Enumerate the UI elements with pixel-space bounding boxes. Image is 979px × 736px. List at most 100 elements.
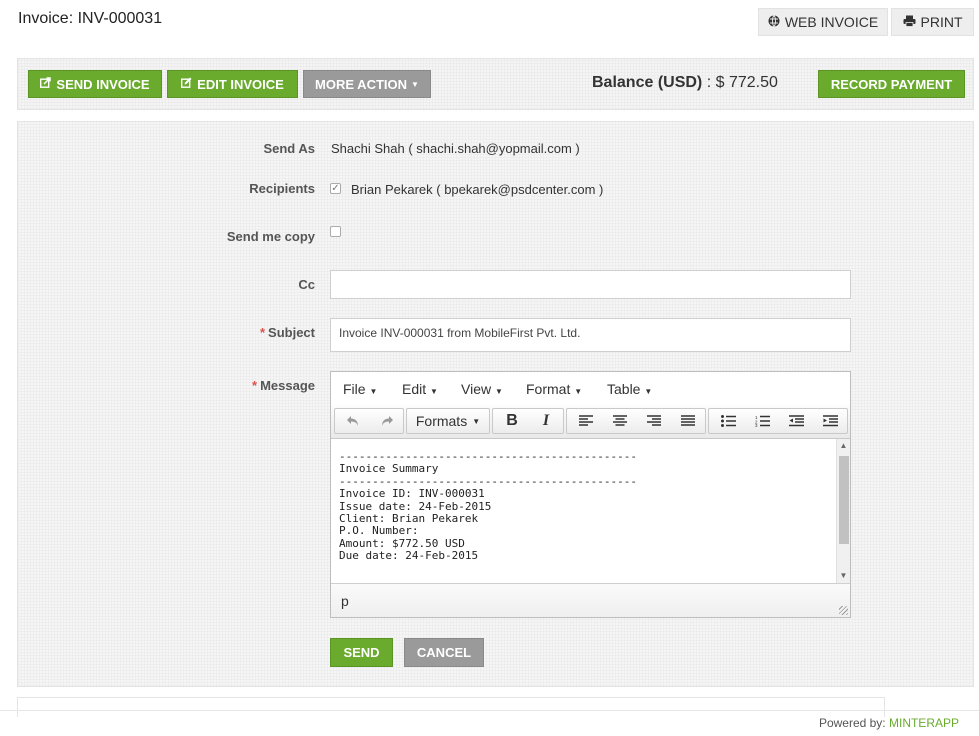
align-justify-icon: [681, 415, 695, 426]
send-invoice-label: SEND INVOICE: [56, 76, 150, 92]
caret-down-icon: ▼: [430, 387, 438, 396]
send-label: SEND: [343, 645, 380, 660]
caret-down-icon: ▼: [494, 387, 503, 396]
send-invoice-button[interactable]: SEND INVOICE: [28, 70, 162, 98]
cc-input[interactable]: [330, 270, 851, 299]
menu-view-label: View: [461, 381, 492, 397]
scroll-down-icon[interactable]: ▼: [837, 569, 850, 583]
indent-icon: [822, 415, 838, 427]
lower-panel: [17, 697, 885, 717]
message-label: * Message: [252, 378, 315, 393]
svg-text:3: 3: [755, 423, 758, 427]
formats-button[interactable]: Formats ▼: [407, 409, 489, 433]
bold-button[interactable]: B: [495, 409, 529, 433]
more-action-label: MORE ACTION: [315, 76, 408, 92]
powered-by: Powered by: MINTERAPP: [819, 716, 959, 730]
print-button[interactable]: PRINT: [891, 8, 974, 36]
menu-table-label: Table: [607, 381, 641, 397]
scroll-thumb[interactable]: [839, 456, 849, 544]
page-title: Invoice: INV-000031: [18, 10, 163, 27]
italic-button[interactable]: I: [529, 409, 563, 433]
align-right-icon: [647, 415, 661, 426]
align-left-button[interactable]: [569, 409, 603, 433]
align-left-icon: [579, 415, 593, 426]
editor-menubar: File ▼ Edit ▼ View ▼ Format ▼ Table ▼: [331, 372, 850, 406]
redo-button[interactable]: [371, 409, 403, 433]
powered-by-label: Powered by:: [818, 716, 886, 730]
send-button[interactable]: SEND: [330, 638, 393, 667]
edit-icon: [181, 77, 192, 91]
send-as-label: Send As: [263, 141, 315, 156]
menu-edit[interactable]: Edit ▼: [402, 381, 438, 397]
redo-icon: [382, 416, 393, 426]
record-payment-button[interactable]: RECORD PAYMENT: [818, 70, 965, 98]
print-label: PRINT: [920, 14, 963, 30]
outdent-icon: [788, 415, 804, 427]
balance-label: Balance (USD): [592, 74, 703, 91]
record-payment-label: RECORD PAYMENT: [830, 76, 953, 92]
share-icon: [40, 77, 52, 91]
cancel-button[interactable]: CANCEL: [404, 638, 484, 667]
subject-label: * Subject: [260, 325, 315, 340]
recipient-value: Brian Pekarek ( bpekarek@psdcenter.com ): [351, 182, 604, 197]
send-as-value: Shachi Shah ( shachi.shah@yopmail.com ): [331, 141, 580, 156]
editor-scrollbar[interactable]: ▲ ▼: [836, 439, 850, 583]
cc-label: Cc: [298, 277, 315, 292]
align-right-button[interactable]: [637, 409, 671, 433]
message-editor[interactable]: File ▼ Edit ▼ View ▼ Format ▼ Table ▼ Fo…: [330, 371, 851, 618]
editor-statusbar: p: [331, 583, 850, 617]
web-invoice-button[interactable]: WEB INVOICE: [758, 8, 888, 36]
bullet-list-button[interactable]: [711, 409, 745, 433]
menu-view[interactable]: View ▼: [461, 381, 503, 397]
bullet-list-icon: [720, 415, 736, 427]
align-center-icon: [613, 415, 627, 426]
indent-button[interactable]: [813, 409, 847, 433]
cancel-label: CANCEL: [416, 645, 472, 660]
balance: Balance (USD) : $ 772.50: [592, 74, 778, 92]
footer-divider: [0, 710, 979, 711]
globe-icon: [768, 14, 780, 30]
caret-down-icon: ▼: [644, 387, 653, 396]
editor-content[interactable]: ----------------------------------------…: [331, 439, 836, 583]
required-mark: *: [252, 378, 258, 393]
web-invoice-label: WEB INVOICE: [784, 14, 879, 30]
history-group: [334, 408, 404, 434]
numbered-list-button[interactable]: 123: [745, 409, 779, 433]
undo-button[interactable]: [337, 409, 369, 433]
more-action-button[interactable]: MORE ACTION ▼: [303, 70, 431, 98]
scroll-up-icon[interactable]: ▲: [837, 439, 850, 453]
subject-input[interactable]: Invoice INV-000031 from MobileFirst Pvt.…: [330, 318, 851, 352]
brand-link[interactable]: MINTERAPP: [889, 716, 959, 730]
align-justify-button[interactable]: [671, 409, 705, 433]
subject-label-text: Subject: [268, 325, 315, 340]
menu-table[interactable]: Table ▼: [607, 381, 652, 397]
text-style-group: B I: [492, 408, 564, 434]
formats-label: Formats: [415, 413, 468, 429]
required-mark: *: [259, 325, 266, 340]
menu-format[interactable]: Format ▼: [526, 381, 582, 397]
edit-invoice-button[interactable]: EDIT INVOICE: [167, 70, 298, 98]
menu-edit-label: Edit: [402, 381, 427, 397]
caret-down-icon: ▼: [472, 416, 481, 426]
list-group: 123: [708, 408, 848, 434]
caret-down-icon: ▼: [411, 79, 419, 89]
caret-down-icon: ▼: [574, 387, 583, 396]
element-path[interactable]: p: [341, 593, 349, 609]
align-center-button[interactable]: [603, 409, 637, 433]
resize-handle-icon[interactable]: [839, 606, 848, 615]
menu-file[interactable]: File ▼: [343, 381, 377, 397]
undo-icon: [347, 416, 358, 426]
recipient-checkbox[interactable]: ✓: [330, 183, 341, 194]
caret-down-icon: ▼: [369, 387, 378, 396]
outdent-button[interactable]: [779, 409, 813, 433]
alignment-group: [566, 408, 706, 434]
editor-toolbar: Formats ▼ B I 1 2 3: [331, 405, 850, 439]
numbered-list-icon: 123: [755, 415, 770, 427]
formats-dropdown[interactable]: Formats ▼: [406, 408, 490, 434]
menu-format-label: Format: [526, 381, 571, 397]
send-me-copy-label: Send me copy: [226, 229, 315, 244]
message-label-text: Message: [260, 378, 315, 393]
menu-file-label: File: [343, 381, 366, 397]
edit-invoice-label: EDIT INVOICE: [197, 76, 284, 92]
send-me-copy-checkbox[interactable]: [330, 226, 341, 237]
